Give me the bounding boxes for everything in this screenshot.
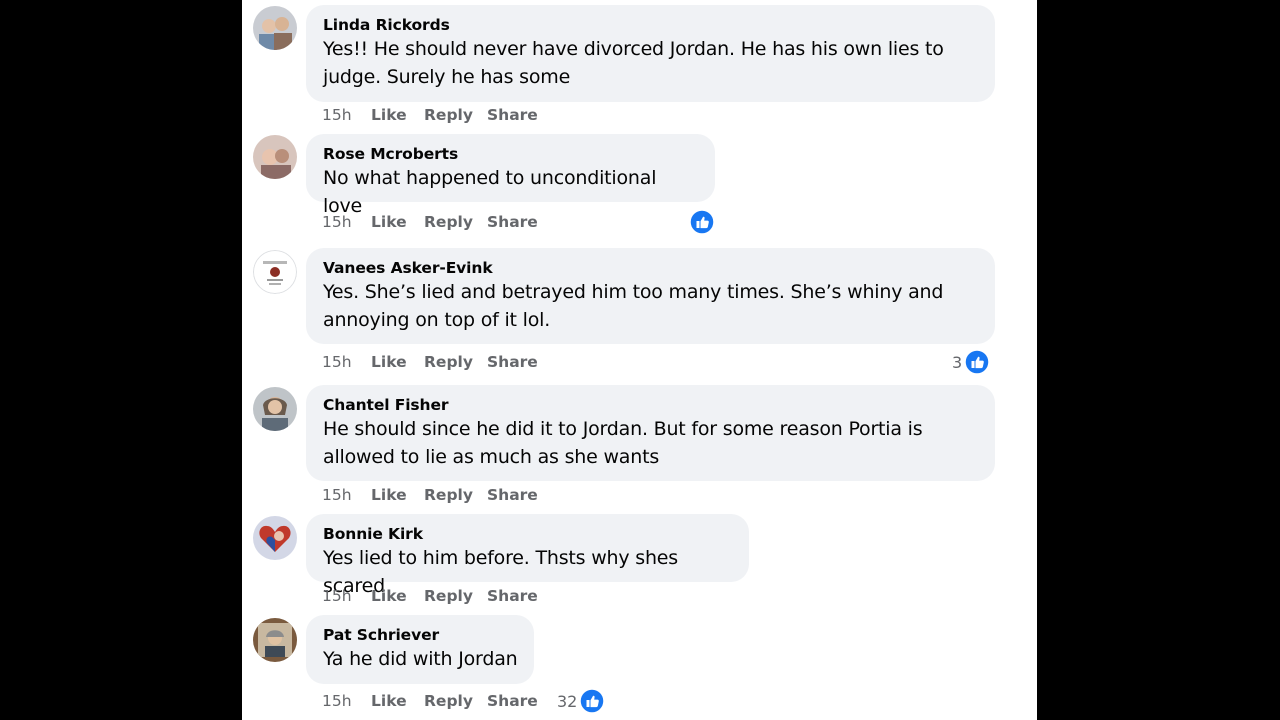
reaction-summary[interactable]: 32 xyxy=(557,688,606,714)
comment-bubble: Bonnie Kirk Yes lied to him before. Thst… xyxy=(306,514,749,597)
comment-text-line: Yes. She’s lied and betrayed him too man… xyxy=(323,281,944,303)
reaction-count: 32 xyxy=(557,691,578,711)
comment-text-line: He should since he did it to Jordan. But… xyxy=(323,418,923,440)
share-button[interactable]: Share xyxy=(487,484,538,506)
avatar[interactable] xyxy=(253,618,297,662)
comment-author[interactable]: Linda Rickords xyxy=(323,15,979,35)
avatar[interactable] xyxy=(253,387,297,431)
thumbs-up-icon xyxy=(964,349,990,375)
comment-timestamp[interactable]: 15h xyxy=(322,585,352,607)
share-button[interactable]: Share xyxy=(487,690,538,712)
reply-button[interactable]: Reply xyxy=(424,585,473,607)
like-button[interactable]: Like xyxy=(371,484,407,506)
comment-timestamp[interactable]: 15h xyxy=(322,484,352,506)
reply-button[interactable]: Reply xyxy=(424,211,473,233)
like-button[interactable]: Like xyxy=(371,585,407,607)
like-button[interactable]: Like xyxy=(371,211,407,233)
comment-timestamp[interactable]: 15h xyxy=(322,351,352,373)
comment-timestamp[interactable]: 15h xyxy=(322,690,352,712)
share-button[interactable]: Share xyxy=(487,351,538,373)
like-button[interactable]: Like xyxy=(371,104,407,126)
share-button[interactable]: Share xyxy=(487,104,538,126)
reply-button[interactable]: Reply xyxy=(424,351,473,373)
reply-button[interactable]: Reply xyxy=(424,104,473,126)
comment-text-line: Yes!! He should never have divorced Jord… xyxy=(323,38,944,60)
comment-timestamp[interactable]: 15h xyxy=(322,211,352,233)
like-button[interactable]: Like xyxy=(371,351,407,373)
comment-bubble: Chantel Fisher He should since he did it… xyxy=(306,385,995,481)
avatar[interactable] xyxy=(253,250,297,294)
share-button[interactable]: Share xyxy=(487,211,538,233)
comment-timestamp[interactable]: 15h xyxy=(322,104,352,126)
comment-author[interactable]: Pat Schriever xyxy=(323,625,518,645)
reply-button[interactable]: Reply xyxy=(424,484,473,506)
reaction-count: 3 xyxy=(952,352,963,372)
avatar[interactable] xyxy=(253,516,297,560)
avatar[interactable] xyxy=(253,135,297,179)
comment-author[interactable]: Bonnie Kirk xyxy=(323,524,733,544)
comment-bubble: Rose Mcroberts No what happened to uncon… xyxy=(306,134,715,217)
comment-text-line: judge. Surely he has some xyxy=(323,66,571,88)
comment-bubble: Linda Rickords Yes!! He should never hav… xyxy=(306,5,995,102)
avatar[interactable] xyxy=(253,6,297,50)
comment-text-line: Ya he did with Jordan xyxy=(323,648,518,670)
comments-panel: Linda Rickords Yes!! He should never hav… xyxy=(242,0,1037,720)
comment-bubble: Pat Schriever Ya he did with Jordan xyxy=(306,615,534,684)
share-button[interactable]: Share xyxy=(487,585,538,607)
reply-button[interactable]: Reply xyxy=(424,690,473,712)
comment-text-line: allowed to lie as much as she wants xyxy=(323,446,660,468)
comment-author[interactable]: Chantel Fisher xyxy=(323,395,979,415)
comment-text-line: annoying on top of it lol. xyxy=(323,309,551,331)
reaction-summary[interactable]: 3 xyxy=(952,349,990,375)
reaction-summary[interactable] xyxy=(687,209,715,235)
thumbs-up-icon xyxy=(579,688,606,714)
comment-author[interactable]: Rose Mcroberts xyxy=(323,144,699,164)
comment-author[interactable]: Vanees Asker-Evink xyxy=(323,258,979,278)
thumbs-up-icon xyxy=(689,209,715,235)
comment-bubble: Vanees Asker-Evink Yes. She’s lied and b… xyxy=(306,248,995,344)
like-button[interactable]: Like xyxy=(371,690,407,712)
